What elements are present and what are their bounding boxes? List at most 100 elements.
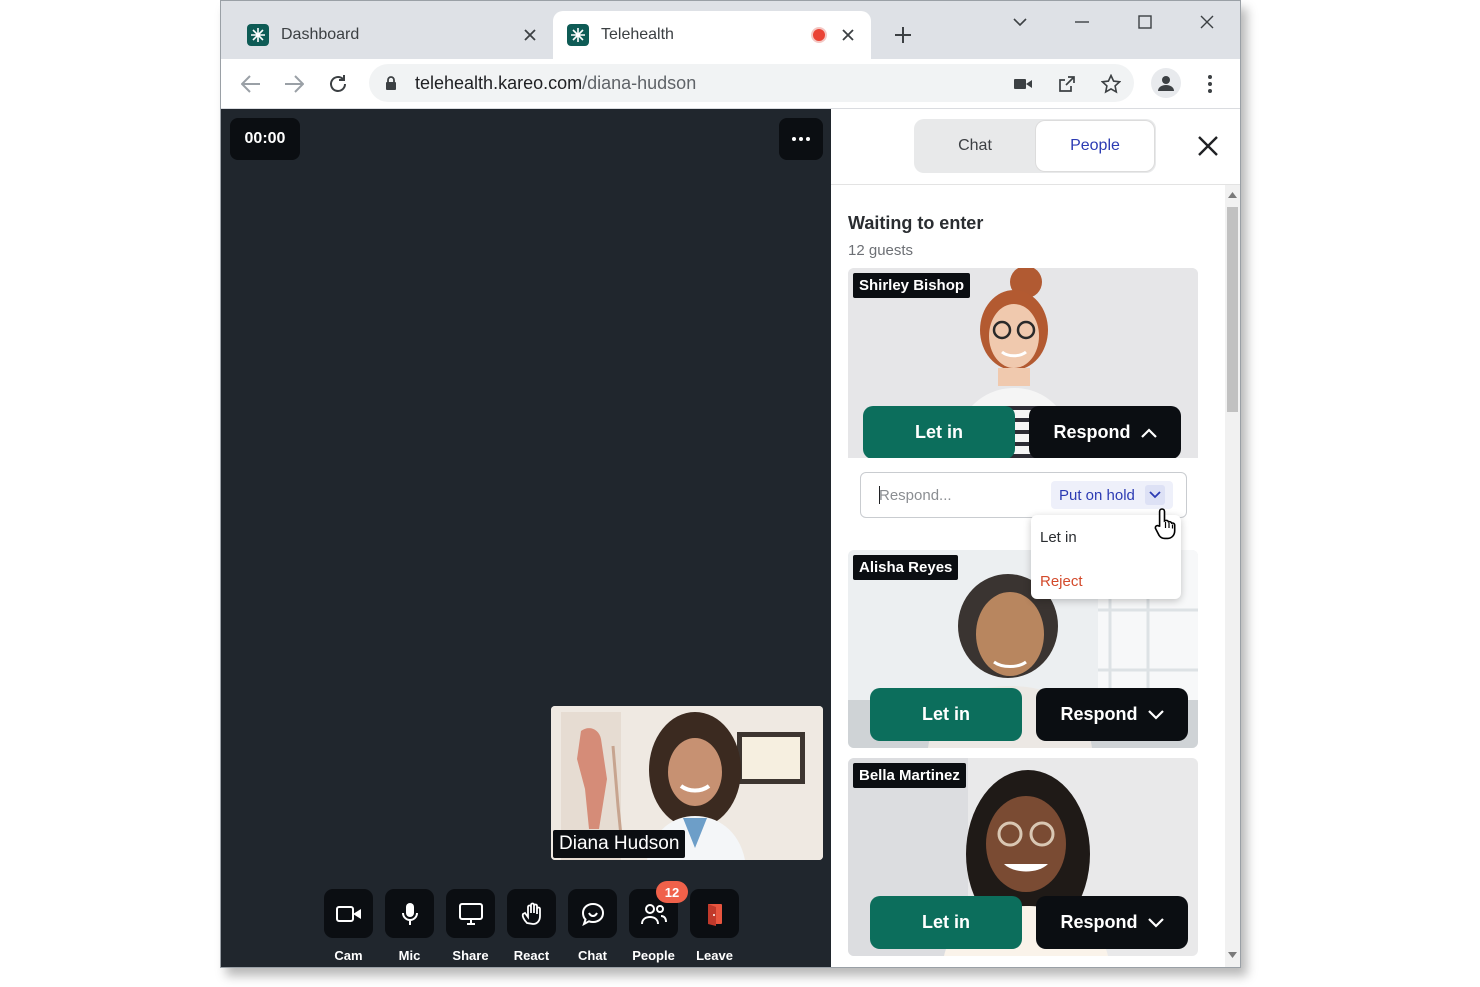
new-tab-button[interactable] xyxy=(889,21,917,49)
scroll-up-arrow-icon[interactable] xyxy=(1228,191,1237,199)
maximize-icon xyxy=(1138,15,1152,29)
tab-dashboard[interactable]: Dashboard xyxy=(233,11,553,59)
self-view-name-label: Diana Hudson xyxy=(553,830,686,858)
cam-control[interactable]: Cam xyxy=(324,889,373,963)
share-page-button[interactable] xyxy=(1051,68,1083,100)
tab-chat[interactable]: Chat xyxy=(916,121,1034,171)
chat-bubble-icon xyxy=(581,902,604,926)
chevron-up-icon xyxy=(1140,427,1157,438)
guest-card: Shirley Bishop Let in Respond xyxy=(848,268,1198,466)
close-panel-button[interactable] xyxy=(1193,131,1223,161)
mic-button[interactable] xyxy=(385,889,434,938)
minimize-button[interactable] xyxy=(1067,7,1097,37)
side-panel: Chat People Waiting to enter 12 guests S… xyxy=(831,109,1240,967)
guest-name-label: Shirley Bishop xyxy=(853,273,971,298)
lock-icon xyxy=(385,74,401,92)
text-caret xyxy=(879,486,880,504)
url-host: telehealth.kareo.com xyxy=(415,72,583,93)
browser-toolbar: telehealth.kareo.com/diana-hudson xyxy=(221,59,1240,109)
scroll-down-arrow-icon[interactable] xyxy=(1228,951,1237,959)
share-label: Share xyxy=(452,948,489,963)
guest-name-label: Alisha Reyes xyxy=(853,555,959,580)
video-camera-icon xyxy=(1014,79,1032,89)
chevron-down-icon xyxy=(1013,18,1027,26)
menu-item-let-in[interactable]: Let in xyxy=(1040,529,1077,546)
camera-in-use-button[interactable] xyxy=(1007,68,1039,100)
respond-button[interactable]: Respond xyxy=(1036,896,1188,949)
chevron-down-icon[interactable] xyxy=(1144,485,1165,505)
respond-input[interactable]: Respond... Put on hold xyxy=(860,472,1187,518)
menu-item-reject[interactable]: Reject xyxy=(1040,573,1083,590)
close-icon xyxy=(1198,136,1218,156)
mic-label: Mic xyxy=(398,948,421,963)
chevron-down-icon xyxy=(1147,917,1164,928)
people-label: People xyxy=(632,948,675,963)
leave-control[interactable]: Leave xyxy=(690,889,739,963)
let-in-button[interactable]: Let in xyxy=(870,896,1022,949)
chat-button[interactable] xyxy=(568,889,617,938)
respond-placeholder: Respond... xyxy=(879,487,952,504)
minimize-icon xyxy=(1075,21,1089,23)
kebab-menu-icon xyxy=(1208,75,1212,93)
cam-label: Cam xyxy=(334,948,363,963)
forward-button[interactable] xyxy=(278,68,310,100)
browser-window: Dashboard Telehealth telehealth.kareo.co… xyxy=(220,0,1241,968)
tab-telehealth[interactable]: Telehealth xyxy=(553,11,871,59)
profile-avatar-button[interactable] xyxy=(1151,68,1181,98)
reload-icon xyxy=(330,75,346,92)
panel-scrollbar[interactable] xyxy=(1225,185,1240,967)
share-control[interactable]: Share xyxy=(446,889,495,963)
share-button[interactable] xyxy=(446,889,495,938)
maximize-button[interactable] xyxy=(1130,7,1160,37)
people-control[interactable]: 12 People xyxy=(629,881,688,963)
react-control[interactable]: React xyxy=(507,889,556,963)
selected-action-label: Put on hold xyxy=(1059,486,1135,504)
tab-title: Telehealth xyxy=(601,26,674,43)
tab-people[interactable]: People xyxy=(1036,121,1154,171)
chat-control[interactable]: Chat xyxy=(568,889,617,963)
guest-card: Bella Martinez Let in Respond xyxy=(848,758,1198,956)
people-icon xyxy=(640,903,667,924)
reload-button[interactable] xyxy=(322,68,354,100)
self-view-video[interactable]: Diana Hudson xyxy=(551,706,823,860)
call-timer: 00:00 xyxy=(230,118,300,160)
url-path: /diana-hudson xyxy=(582,72,697,93)
mic-control[interactable]: Mic xyxy=(385,889,434,963)
url-text: telehealth.kareo.com/diana-hudson xyxy=(415,73,696,94)
waiting-section-title: Waiting to enter xyxy=(848,213,984,233)
respond-action-select[interactable]: Put on hold xyxy=(1051,481,1173,509)
let-in-button[interactable]: Let in xyxy=(870,688,1022,741)
respond-button[interactable]: Respond xyxy=(1036,688,1188,741)
more-options-button[interactable] xyxy=(779,118,823,160)
close-icon xyxy=(1200,15,1214,29)
browser-menu-button[interactable] xyxy=(1194,68,1226,100)
let-in-button[interactable]: Let in xyxy=(863,406,1015,459)
ellipsis-icon xyxy=(792,137,810,141)
hand-pointer-cursor-icon xyxy=(1154,508,1176,540)
star-icon xyxy=(1101,74,1121,94)
leave-button[interactable] xyxy=(690,889,739,938)
waiting-guest-count: 12 guests xyxy=(848,242,914,259)
arrow-left-icon xyxy=(241,75,260,93)
kareo-favicon-icon xyxy=(567,24,589,46)
recording-indicator-icon xyxy=(811,27,827,43)
respond-button-label: Respond xyxy=(1060,704,1138,724)
respond-button[interactable]: Respond xyxy=(1029,406,1181,459)
bookmark-button[interactable] xyxy=(1095,68,1127,100)
people-count-badge: 12 xyxy=(656,881,688,903)
scrollbar-thumb[interactable] xyxy=(1227,207,1238,412)
close-tab-icon[interactable] xyxy=(839,26,857,44)
tab-search-button[interactable] xyxy=(1005,7,1035,37)
panel-tab-switcher: Chat People xyxy=(914,119,1156,173)
close-tab-icon[interactable] xyxy=(521,26,539,44)
close-window-button[interactable] xyxy=(1192,7,1222,37)
guest-name-label: Bella Martinez xyxy=(853,763,966,788)
arrow-right-icon xyxy=(285,75,304,93)
back-button[interactable] xyxy=(235,68,267,100)
react-button[interactable] xyxy=(507,889,556,938)
tab-strip: Dashboard Telehealth xyxy=(221,1,1240,59)
hand-wave-icon xyxy=(521,902,541,925)
react-label: React xyxy=(513,948,550,963)
cam-button[interactable] xyxy=(324,889,373,938)
leave-door-icon xyxy=(707,903,722,926)
